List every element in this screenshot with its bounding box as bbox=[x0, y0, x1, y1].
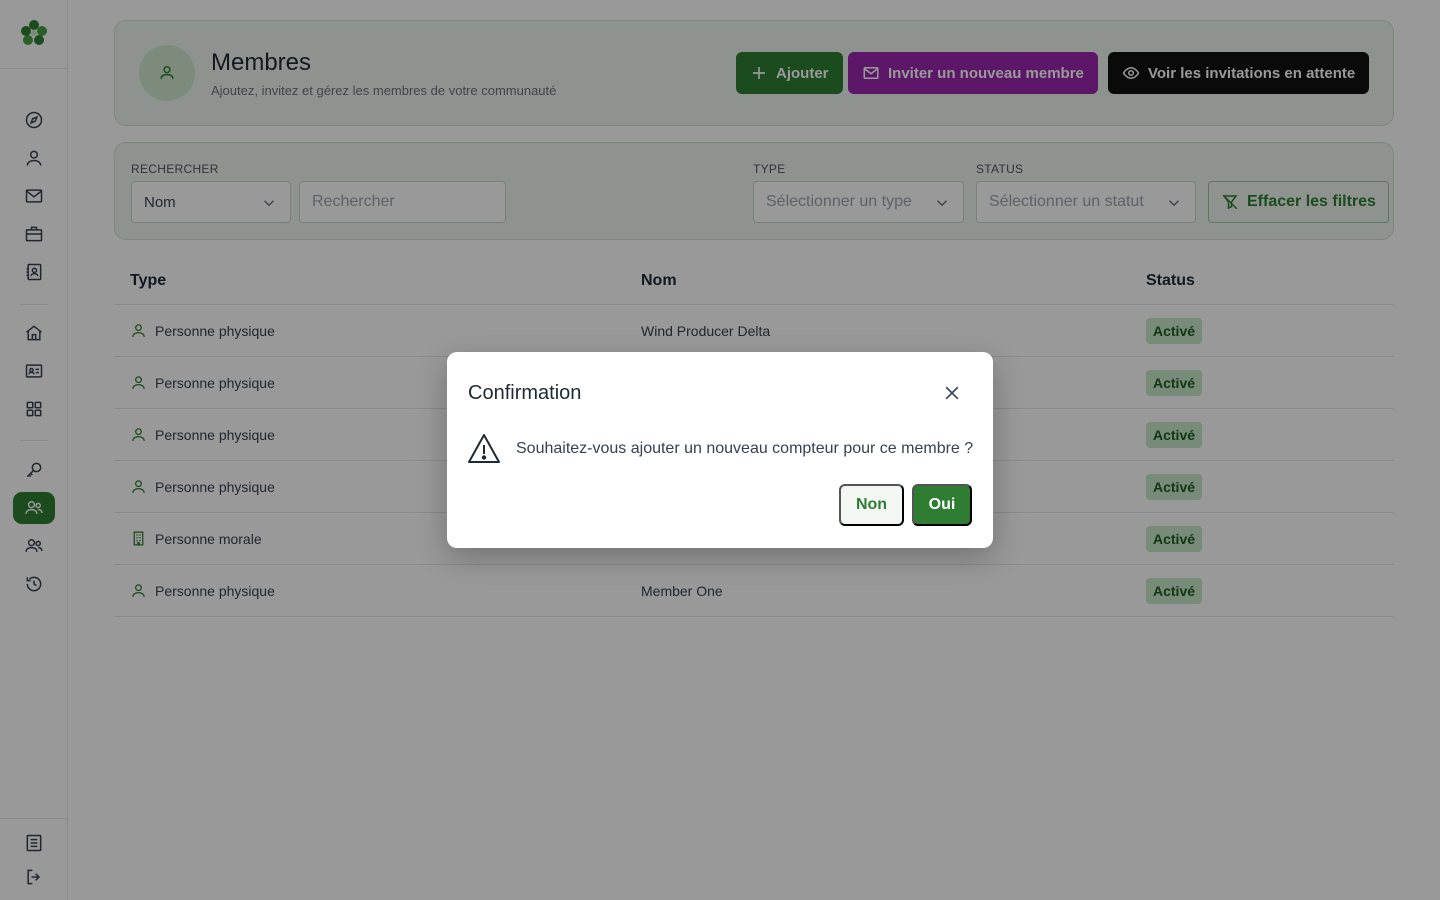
dialog-title: Confirmation bbox=[468, 382, 582, 404]
dialog-message: Souhaitez-vous ajouter un nouveau compte… bbox=[516, 440, 974, 457]
close-icon[interactable] bbox=[941, 382, 963, 404]
confirmation-dialog: Confirmation Souhaitez-vous ajouter un n… bbox=[447, 352, 993, 548]
no-button[interactable]: Non bbox=[839, 484, 904, 526]
yes-button[interactable]: Oui bbox=[912, 484, 972, 526]
warning-icon bbox=[467, 432, 501, 466]
